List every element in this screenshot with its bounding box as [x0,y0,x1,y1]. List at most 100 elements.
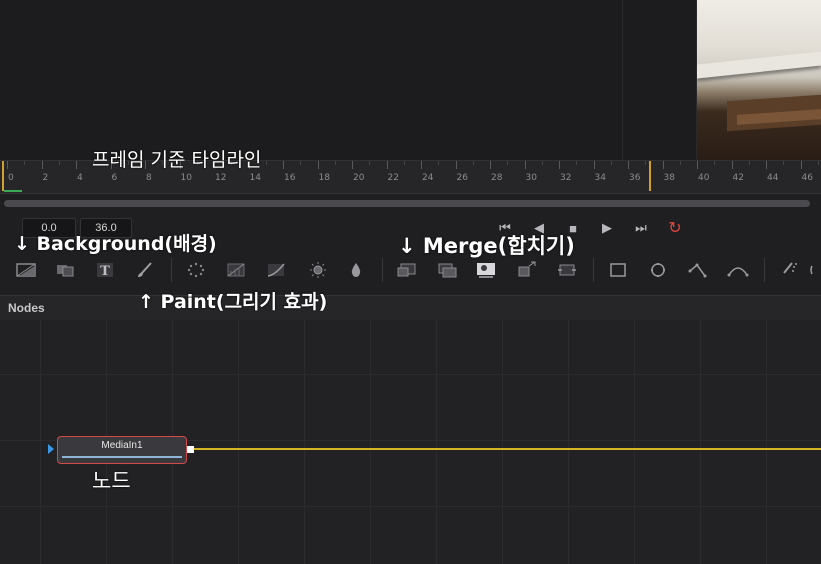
rectangle-mask-icon[interactable] [604,258,632,282]
ruler-tick-label: 4 [77,173,83,183]
ruler-minor-tick [403,161,405,165]
loop-icon[interactable]: ↻ [662,218,688,238]
render-start-marker[interactable] [2,161,4,191]
cached-range-bar [4,190,22,192]
annotation-merge: ↓ Merge(합치기) [398,234,575,258]
paint-mask-icon[interactable] [775,258,803,282]
transform-tool-icon[interactable] [513,258,541,282]
merge-3d-tool-icon[interactable] [433,258,461,282]
ruler-tick [559,161,560,169]
ruler-tick [421,161,422,169]
image-plane-tool-icon[interactable] [51,258,79,282]
node-underline [62,456,182,458]
ruler-tick-label: 28 [491,173,503,183]
background-tool-icon[interactable] [12,258,40,282]
ruler-tick-label: 16 [284,173,296,183]
ruler-tick [731,161,733,169]
ruler-minor-tick [300,161,302,165]
ruler-tick [593,161,595,169]
color-corrector-tool-icon[interactable] [222,258,250,282]
render-end-marker[interactable] [649,161,651,191]
ruler-tick-label: 40 [698,173,710,183]
bspline-mask-icon[interactable] [724,258,752,282]
ruler-tick-label: 6 [111,173,118,183]
ruler-minor-tick [541,161,543,165]
ruler-tick [76,161,77,169]
ruler-tick-label: 34 [594,173,606,183]
node-label: MediaIn1 [101,440,143,451]
svg-text:T: T [100,264,110,279]
ruler-tick-label: 24 [422,173,434,183]
ruler-tick-label: 2 [42,173,49,183]
annotation-background: ↓ Background(배경) [14,233,217,255]
node-output-port[interactable] [187,446,194,453]
ruler-tick-label: 26 [456,173,468,183]
ruler-minor-tick [679,161,681,165]
ruler-tick-label: 38 [663,173,675,183]
play-icon[interactable]: ▶ [594,218,620,238]
viewer-image [697,0,821,160]
ruler-minor-tick [748,161,750,165]
ruler-tick [524,161,526,169]
ruler-minor-tick [714,161,716,165]
ruler-tick [41,161,43,169]
ruler-tick-label: 32 [560,173,572,183]
particles-tool-icon[interactable] [182,258,210,282]
ruler-minor-tick [369,161,371,165]
ruler-tick [766,161,767,169]
merge-tool-icon[interactable] [393,258,421,282]
timeline-scrollbar[interactable] [4,200,810,207]
ruler-tick [7,161,8,169]
toolbar-separator [171,258,172,282]
ruler-tick-label: 8 [146,173,152,183]
curves-tool-icon[interactable] [262,258,290,282]
ruler-tick [490,161,491,169]
mediain-node[interactable]: MediaIn1 [57,436,187,464]
ruler-tick [386,161,388,169]
nodes-panel-header: Nodes [0,295,821,321]
toolbar-separator [382,258,383,282]
ruler-tick [283,161,284,169]
text-tool-icon[interactable]: T [91,258,119,282]
ruler-tick-label: 42 [732,173,744,183]
ruler-tick-label: 14 [249,173,261,183]
ruler-minor-tick [24,161,26,165]
ruler-tick [662,161,664,169]
ruler-minor-tick [645,161,647,165]
ruler-tick [800,161,802,169]
annotation-node: 노드 [92,469,131,493]
annotation-paint: ↑ Paint(그리기 효과) [138,291,328,313]
viewer-mid [623,0,697,160]
ruler-tick [455,161,457,169]
ruler-minor-tick [507,161,509,165]
ruler-minor-tick [265,161,267,165]
resize-tool-icon[interactable] [553,258,581,282]
brightness-contrast-tool-icon[interactable] [304,258,332,282]
overflow-tool-icon[interactable] [805,258,821,282]
toolbar-separator [764,258,765,282]
image-wall [697,0,821,160]
ruler-tick-label: 12 [215,173,227,183]
ruler-minor-tick [472,161,474,165]
node-input-arrow-icon[interactable] [48,444,54,454]
go-to-end-icon[interactable]: ⏭ [628,218,654,238]
ruler-tick-label: 44 [767,173,779,183]
toolbar-separator [593,258,594,282]
ruler-tick [628,161,629,169]
ruler-tick-label: 22 [387,173,399,183]
matte-control-tool-icon[interactable] [472,258,500,282]
ruler-minor-tick [783,161,785,165]
paint-tool-icon[interactable] [131,258,159,282]
ruler-minor-tick [576,161,578,165]
ellipse-mask-icon[interactable] [644,258,672,282]
viewer-left [0,0,623,160]
ruler-tick-label: 0 [8,173,14,183]
polygon-mask-icon[interactable] [684,258,712,282]
ruler-tick-label: 36 [629,173,641,183]
ruler-tick [697,161,698,169]
ruler-minor-tick [438,161,440,165]
ruler-tick-label: 20 [353,173,365,183]
ruler-tick-label: 30 [525,173,537,183]
node-connection-line[interactable] [194,448,821,450]
blur-tool-icon[interactable] [342,258,370,282]
